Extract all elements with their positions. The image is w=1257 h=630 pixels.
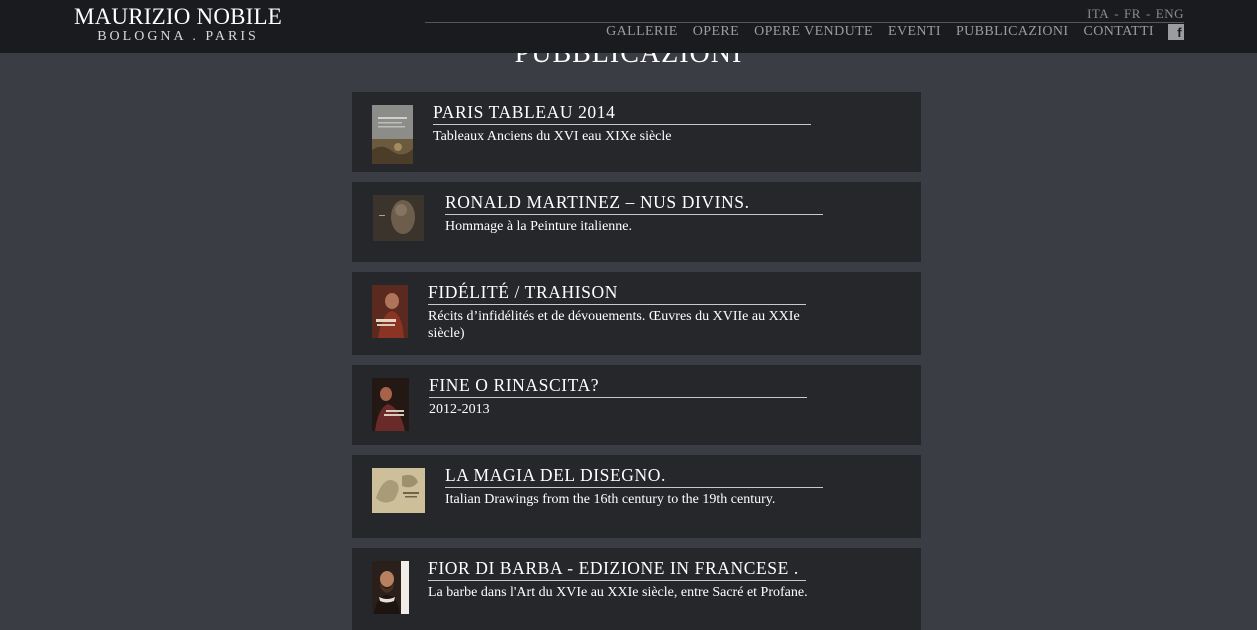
language-switcher: ITA - FR - ENG (1087, 6, 1184, 22)
logo[interactable]: MAURIZIO NOBILE BOLOGNA . PARIS (70, 5, 286, 45)
title-underline (433, 124, 811, 125)
nav-eventi[interactable]: EVENTI (888, 24, 941, 40)
facebook-icon[interactable]: f (1168, 24, 1184, 40)
publication-card[interactable]: RONALD MARTINEZ – NUS DIVINS. Hommage à … (352, 182, 921, 262)
lang-separator: - (1145, 6, 1151, 21)
nav-divider (425, 22, 1184, 23)
nav-opere-vendute[interactable]: OPERE VENDUTE (754, 24, 873, 40)
publication-cover (372, 105, 413, 164)
publication-card[interactable]: FIDÉLITÉ / TRAHISON Récits d’infidélités… (352, 272, 921, 355)
publication-description: La barbe dans l'Art du XVIe au XXIe sièc… (428, 585, 808, 600)
main-nav: GALLERIE OPERE OPERE VENDUTE EVENTI PUBB… (606, 24, 1184, 40)
publication-description: Hommage à la Peinture italienne. (445, 219, 632, 234)
publication-cover (372, 378, 409, 431)
logo-city: BOLOGNA . PARIS (97, 29, 259, 44)
publication-card[interactable]: LA MAGIA DEL DISEGNO. Italian Drawings f… (352, 455, 921, 538)
lang-ita[interactable]: ITA (1087, 6, 1109, 22)
publication-title[interactable]: FIDÉLITÉ / TRAHISON (428, 282, 618, 302)
nav-opere[interactable]: OPERE (693, 24, 739, 40)
publication-description: 2012-2013 (429, 402, 490, 417)
title-underline (445, 214, 823, 215)
title-underline (428, 304, 806, 305)
publication-card[interactable]: PARIS TABLEAU 2014 Tableaux Anciens du X… (352, 92, 921, 172)
lang-separator: - (1114, 6, 1120, 21)
publication-title[interactable]: FINE O RINASCITA? (429, 375, 599, 395)
title-underline (428, 580, 806, 581)
publication-description: Récits d’infidélités et de dévouements. … (428, 309, 800, 341)
site-header: MAURIZIO NOBILE BOLOGNA . PARIS ITA - FR… (0, 0, 1257, 53)
publication-title[interactable]: LA MAGIA DEL DISEGNO. (445, 465, 666, 485)
publication-card[interactable]: FIOR DI BARBA - EDIZIONE IN FRANCESE . L… (352, 548, 921, 630)
publication-cover (372, 468, 425, 513)
logo-name: MAURIZIO NOBILE (73, 4, 283, 29)
nav-pubblicazioni[interactable]: PUBBLICAZIONI (956, 24, 1069, 40)
nav-gallerie[interactable]: GALLERIE (606, 24, 678, 40)
nav-contatti[interactable]: CONTATTI (1083, 24, 1154, 40)
lang-eng[interactable]: ENG (1156, 6, 1184, 22)
lang-fr[interactable]: FR (1124, 6, 1141, 22)
publication-description: Italian Drawings from the 16th century t… (445, 492, 776, 507)
publication-title[interactable]: RONALD MARTINEZ – NUS DIVINS. (445, 192, 750, 212)
publication-title[interactable]: FIOR DI BARBA - EDIZIONE IN FRANCESE . (428, 558, 799, 578)
publication-description: Tableaux Anciens du XVI eau XIXe siècle (433, 129, 672, 144)
publication-title[interactable]: PARIS TABLEAU 2014 (433, 102, 616, 122)
publication-cover (372, 285, 408, 338)
publication-card[interactable]: FINE O RINASCITA? 2012-2013 (352, 365, 921, 445)
publication-cover (373, 195, 424, 241)
publication-cover (372, 561, 409, 614)
title-underline (429, 397, 807, 398)
title-underline (445, 487, 823, 488)
